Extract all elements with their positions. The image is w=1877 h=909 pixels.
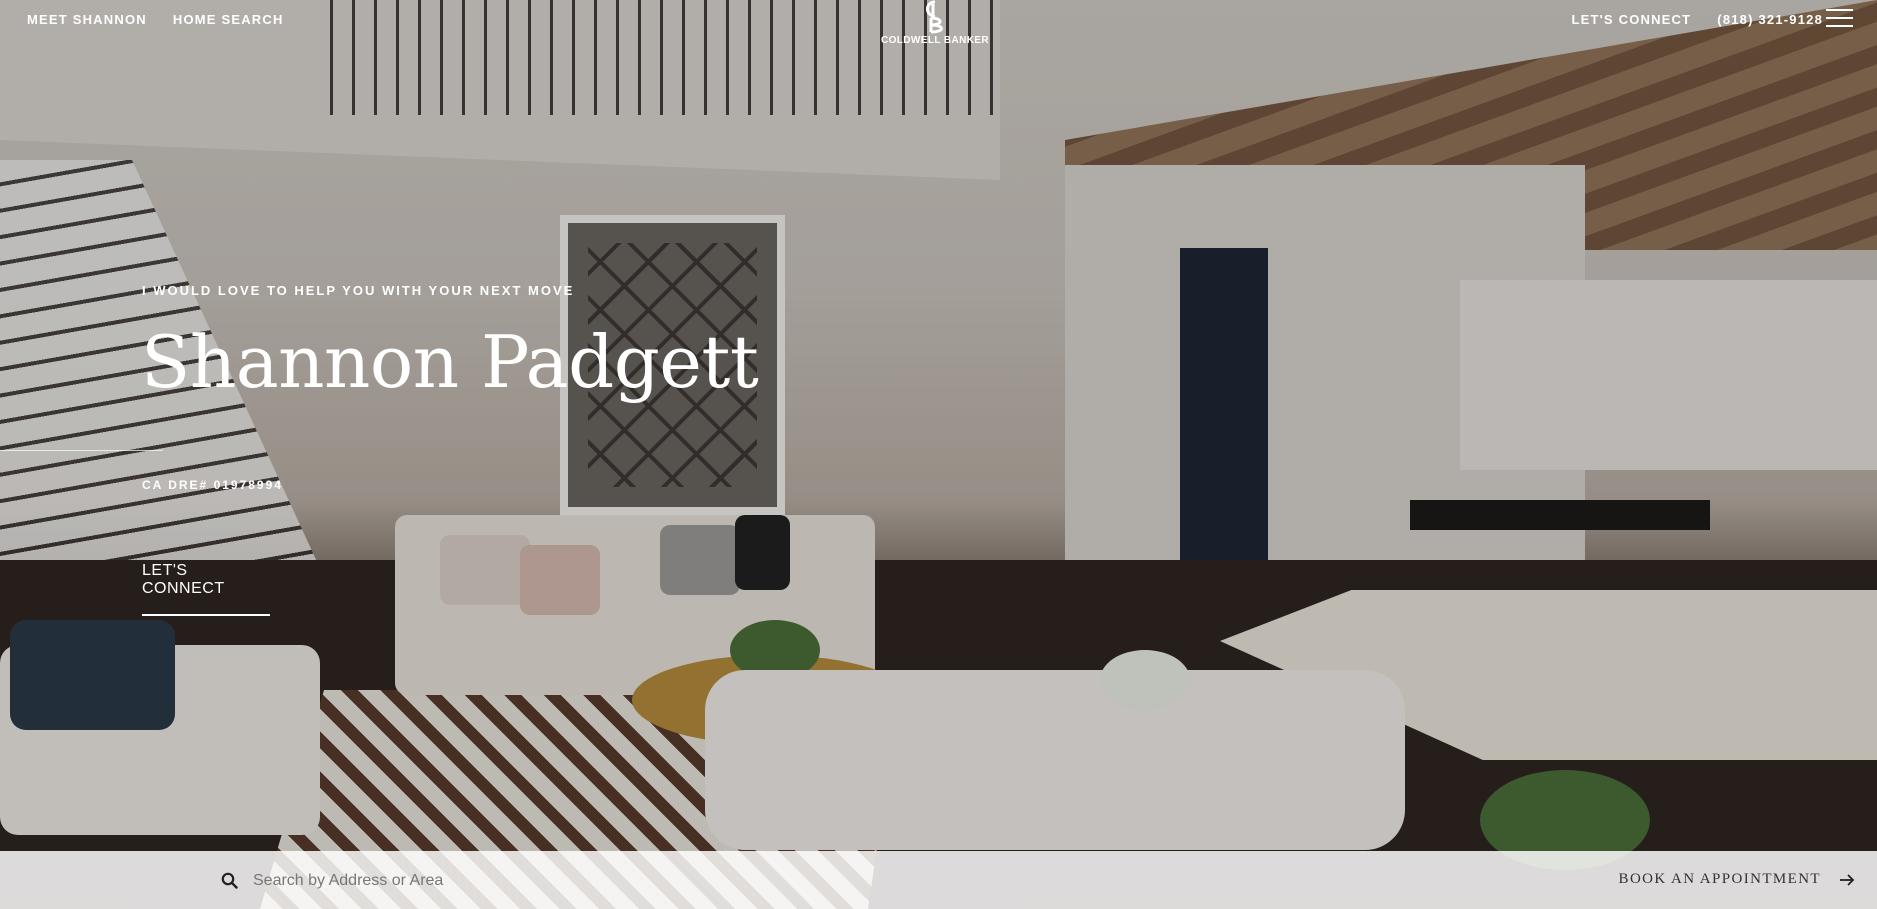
address-search-input[interactable] [251,865,775,897]
agent-name: Shannon Padgett [141,320,759,404]
lets-connect-button[interactable]: LET'S CONNECT [142,562,270,616]
top-navigation: MEET SHANNON HOME SEARCH COLDWELL BANKER… [0,0,1877,46]
hero-background [0,0,1877,909]
cb-logo-icon [926,0,943,34]
logo-text: COLDWELL BANKER [880,35,990,46]
nav-phone[interactable]: (818) 321-9128 [1717,12,1823,27]
search-icon[interactable] [221,872,238,889]
coldwell-banker-logo[interactable]: COLDWELL BANKER [878,0,992,50]
nav-left: MEET SHANNON HOME SEARCH [27,12,284,27]
hamburger-menu-icon[interactable] [1826,9,1853,29]
license-number: CA DRE# 01978994 [142,478,283,492]
nav-right: LET'S CONNECT (818) 321-9128 [1571,12,1823,27]
hero-divider [0,450,163,451]
nav-lets-connect[interactable]: LET'S CONNECT [1571,12,1691,27]
bottom-bar: BOOK AN APPOINTMENT [0,851,1877,909]
arrow-right-icon[interactable] [1839,872,1855,888]
nav-home-search[interactable]: HOME SEARCH [173,12,284,27]
hero-overlay [0,0,1877,909]
book-appointment-button[interactable]: BOOK AN APPOINTMENT [1619,871,1821,888]
hero-eyebrow: I WOULD LOVE TO HELP YOU WITH YOUR NEXT … [142,283,575,298]
nav-meet-shannon[interactable]: MEET SHANNON [27,12,147,27]
